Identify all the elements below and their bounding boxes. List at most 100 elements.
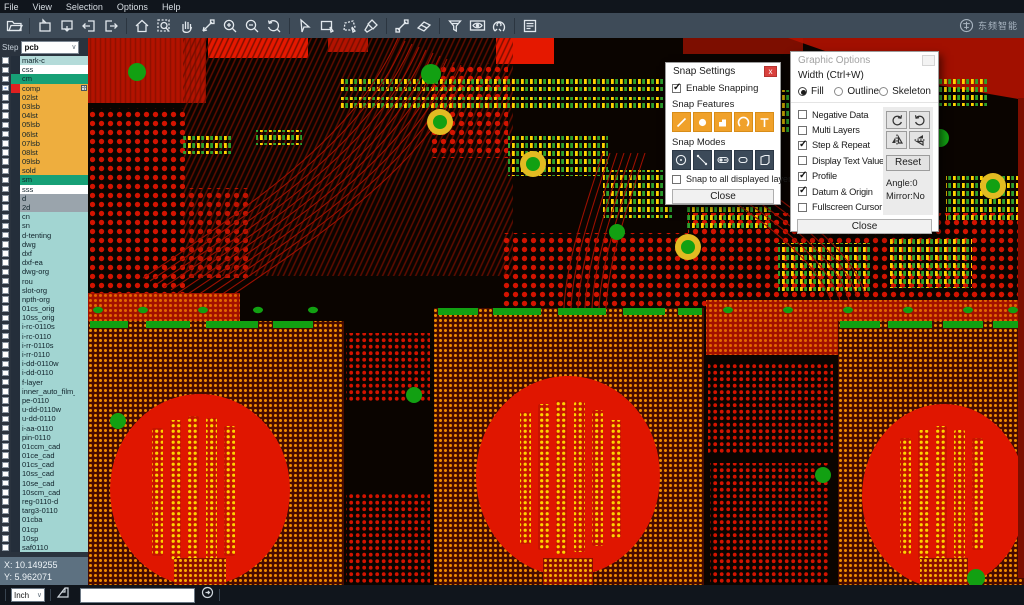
layer-row[interactable]: 2d	[0, 203, 88, 212]
layer-row[interactable]: i-dd-0110w	[0, 359, 88, 368]
layer-name[interactable]: 10scm_cad	[20, 488, 75, 497]
layer-name[interactable]: reg-0110-d	[20, 497, 75, 506]
layer-name[interactable]: 10sp	[20, 534, 75, 543]
layer-visibility-checkbox[interactable]	[0, 139, 11, 148]
layer-row[interactable]: reg-0110-d	[0, 497, 88, 506]
layer-name[interactable]: pin-0110	[20, 433, 75, 442]
layer-name[interactable]: 01cs_orig	[20, 304, 75, 313]
select-polygon-icon[interactable]	[338, 15, 360, 36]
layer-name[interactable]: rou	[20, 277, 75, 286]
layer-name[interactable]: i-dd-0110w	[20, 359, 75, 368]
snap-close-button[interactable]: Close	[672, 189, 774, 204]
layer-visibility-checkbox[interactable]	[0, 313, 11, 322]
filter-icon[interactable]	[444, 15, 466, 36]
radio-outline[interactable]: Outline	[834, 86, 879, 97]
layer-row[interactable]: sold	[0, 166, 88, 175]
layer-name[interactable]: 04lst	[20, 111, 75, 120]
page-next-icon[interactable]	[100, 15, 122, 36]
snap-feature-text-button[interactable]	[755, 112, 774, 132]
unit-select[interactable]: Inch ∨	[11, 588, 45, 602]
layer-visibility-checkbox[interactable]	[0, 442, 11, 451]
multi-layers-checkbox[interactable]	[798, 126, 807, 135]
menu-options[interactable]: Options	[117, 2, 148, 12]
menu-help[interactable]: Help	[162, 2, 181, 12]
menu-view[interactable]: View	[33, 2, 52, 12]
layer-visibility-checkbox[interactable]	[0, 56, 11, 65]
layer-visibility-checkbox[interactable]	[0, 387, 11, 396]
layer-name[interactable]: cm	[20, 74, 75, 83]
display-options-icon[interactable]	[466, 15, 488, 36]
layer-visibility-checkbox[interactable]	[0, 359, 11, 368]
layer-row[interactable]: i-rc-0110s	[0, 322, 88, 331]
layer-row[interactable]: i-rr-0110	[0, 350, 88, 359]
layer-visibility-checkbox[interactable]	[0, 497, 11, 506]
layer-name[interactable]: d	[20, 194, 75, 203]
export-file-icon[interactable]	[56, 15, 78, 36]
profile-checkbox[interactable]	[798, 172, 807, 181]
layer-name[interactable]: sold	[20, 166, 75, 175]
layer-row[interactable]: 10scm_cad	[0, 488, 88, 497]
layer-visibility-checkbox[interactable]	[0, 148, 11, 157]
layer-name[interactable]: pe-0110	[20, 396, 75, 405]
layer-visibility-checkbox[interactable]	[0, 322, 11, 331]
layer-visibility-checkbox[interactable]	[0, 433, 11, 442]
menu-file[interactable]: File	[4, 2, 19, 12]
radio-outline-circle[interactable]	[834, 87, 843, 96]
layer-name[interactable]: f-layer	[20, 378, 75, 387]
select-arrow-icon[interactable]	[294, 15, 316, 36]
layer-visibility-checkbox[interactable]	[0, 212, 11, 221]
layer-visibility-checkbox[interactable]	[0, 350, 11, 359]
layer-visibility-checkbox[interactable]	[0, 267, 11, 276]
layer-visibility-checkbox[interactable]	[0, 488, 11, 497]
layer-visibility-checkbox[interactable]	[0, 332, 11, 341]
layer-name[interactable]: i-aa-0110	[20, 424, 75, 433]
layer-name[interactable]: i-rr-0110s	[20, 341, 75, 350]
layer-grid-icon[interactable]	[81, 85, 87, 91]
layer-row[interactable]: dxf	[0, 249, 88, 258]
snap-mode-slot-button[interactable]	[734, 150, 753, 170]
radio-fill[interactable]: Fill	[798, 86, 834, 97]
radio-skeleton[interactable]: Skeleton	[879, 86, 931, 97]
layer-row[interactable]: saf0110	[0, 543, 88, 552]
layer-row[interactable]: sss	[0, 185, 88, 194]
graphic-close-button[interactable]: Close	[797, 219, 932, 234]
layer-row[interactable]: 01ccm_cad	[0, 442, 88, 451]
layer-row[interactable]: f-layer	[0, 378, 88, 387]
layer-visibility-checkbox[interactable]	[0, 424, 11, 433]
layer-row[interactable]: npth-org	[0, 295, 88, 304]
display-text-value-checkbox[interactable]	[798, 156, 807, 165]
close-icon[interactable]: x	[764, 66, 777, 77]
layer-name[interactable]: sn	[20, 221, 75, 230]
layer-name[interactable]: 01cba	[20, 515, 75, 524]
layer-visibility-checkbox[interactable]	[0, 506, 11, 515]
layer-visibility-checkbox[interactable]	[0, 221, 11, 230]
reset-button[interactable]: Reset	[886, 155, 930, 171]
close-icon[interactable]	[922, 55, 935, 66]
layer-visibility-checkbox[interactable]	[0, 102, 11, 111]
layer-row[interactable]: inner_auto_film_symb	[0, 387, 88, 396]
menu-selection[interactable]: Selection	[66, 2, 103, 12]
layer-row[interactable]: 01cba	[0, 515, 88, 524]
layer-row[interactable]: dwg	[0, 240, 88, 249]
layer-row[interactable]: css	[0, 65, 88, 74]
layer-name[interactable]: d-tenting	[20, 231, 75, 240]
layer-visibility-checkbox[interactable]	[0, 414, 11, 423]
mirror-vertical-button[interactable]	[909, 131, 930, 149]
layer-row[interactable]: cm	[0, 74, 88, 83]
layer-row[interactable]: d	[0, 194, 88, 203]
layer-row[interactable]: 10se_cad	[0, 479, 88, 488]
layer-visibility-checkbox[interactable]	[0, 157, 11, 166]
layer-visibility-checkbox[interactable]	[0, 175, 11, 184]
option-datum-origin[interactable]: Datum & Origin	[798, 184, 884, 199]
layer-visibility-checkbox[interactable]	[0, 469, 11, 478]
layer-visibility-checkbox[interactable]	[0, 74, 11, 83]
layer-name[interactable]: u-dd-0110	[20, 414, 75, 423]
option-multi-layers[interactable]: Multi Layers	[798, 122, 884, 137]
snap-feature-surface-button[interactable]	[714, 112, 733, 132]
layer-row[interactable]: u-dd-0110	[0, 414, 88, 423]
select-rectangle-icon[interactable]	[316, 15, 338, 36]
pan-hand-icon[interactable]	[175, 15, 197, 36]
zoom-in-icon[interactable]	[219, 15, 241, 36]
layer-row[interactable]: pin-0110	[0, 433, 88, 442]
layer-row[interactable]: 08lst	[0, 148, 88, 157]
